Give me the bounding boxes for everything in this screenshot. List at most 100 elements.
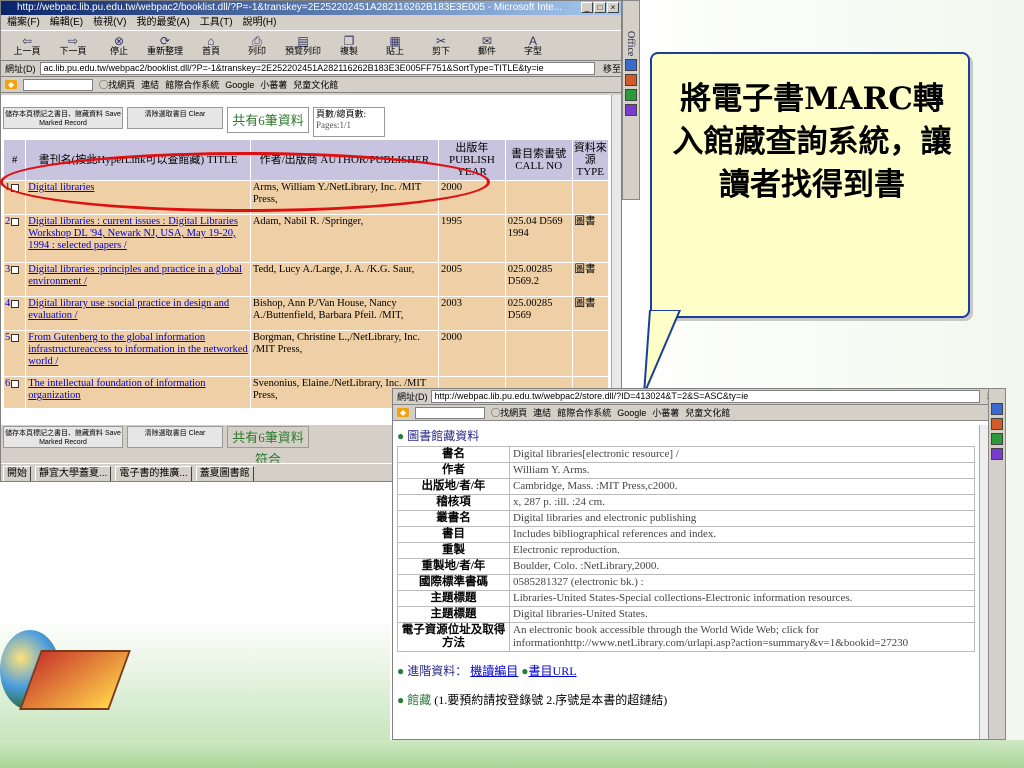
office-shortcut-bar-2	[988, 388, 1006, 740]
print-preview-button[interactable]: ▤ 預覽列印	[281, 33, 325, 56]
link-google[interactable]: Google	[225, 80, 254, 90]
row-type: 圖書	[571, 214, 610, 263]
home-button[interactable]: ⌂ 首頁	[189, 33, 233, 56]
title-link[interactable]: Digital library use :social practice in …	[28, 298, 229, 321]
advanced-data: ● 進階資料： 機讀編目 ●書目URL	[397, 664, 577, 678]
paste-button[interactable]: ▦ 貼上	[373, 35, 417, 56]
menu-tools[interactable]: 工具(T)	[200, 15, 233, 30]
title-link[interactable]: The intellectual foundation of informati…	[28, 378, 205, 401]
access-icon[interactable]	[625, 104, 637, 117]
save-marked-button[interactable]: 儲存本頁標記之書目、館藏資料 Save Marked Record	[3, 107, 123, 129]
refresh-button[interactable]: ⟳ 重新整理	[143, 33, 187, 56]
link-yam[interactable]: 小蕃薯	[652, 406, 679, 419]
row-callno: 025.00285 D569.2	[504, 262, 573, 297]
save-marked-button-bottom[interactable]: 儲存本頁標記之書目、館藏資料 Save Marked Record	[3, 426, 123, 448]
link-children[interactable]: 兒童文化館	[293, 78, 338, 91]
table-row: 4 Digital library use :social practice i…	[2, 296, 610, 331]
row-number: 3	[5, 264, 11, 275]
browser-window-record: 網址(D) http://webpac.lib.pu.edu.tw/webpac…	[392, 388, 1006, 740]
powerpoint-icon[interactable]	[625, 74, 637, 87]
menu-help[interactable]: 說明(H)	[243, 15, 277, 30]
stop-button[interactable]: ⊗ 停止	[97, 35, 141, 56]
link-find-web[interactable]: ◯找網頁	[491, 406, 527, 419]
preview-icon: ▤	[297, 33, 309, 48]
toolbar: ⇦ 上一頁 ⇨ 下一頁 ⊗ 停止 ⟳ 重新整理 ⌂ 首頁 ⎙ 列印 ▤ 預覽列印 ❐ 複製 ▦ 貼…	[1, 31, 621, 61]
powerpoint-icon[interactable]	[991, 418, 1003, 430]
forward-button[interactable]: ⇨ 下一頁	[51, 35, 95, 56]
font-button[interactable]: A 字型	[511, 35, 555, 56]
task-item[interactable]: 蓋夏圖書館	[195, 465, 254, 481]
title-link[interactable]: Digital libraries :principles and practi…	[28, 264, 242, 287]
field-label: 作者	[397, 462, 510, 479]
clear-button[interactable]: 清除選取書目 Clear	[127, 107, 223, 129]
row-author: Adam, Nabil R. /Springer,	[249, 214, 440, 263]
menu-favorites[interactable]: 我的最愛(A)	[136, 15, 189, 30]
link-ill[interactable]: 館際合作系統	[557, 406, 611, 419]
row-number: 4	[5, 298, 11, 309]
search-combo[interactable]	[415, 406, 486, 419]
start-button[interactable]: 開始	[3, 465, 31, 481]
row-checkbox[interactable]	[11, 299, 20, 308]
url-link[interactable]: 書目URL	[529, 664, 577, 678]
mail-button[interactable]: ✉ 郵件	[465, 33, 509, 56]
access-icon[interactable]	[991, 448, 1003, 460]
field-label: 書名	[397, 446, 510, 463]
link-ill[interactable]: 館際合作系統	[165, 78, 219, 91]
menu-file[interactable]: 檔案(F)	[7, 15, 40, 30]
field-label: 電子資源位址及取得方法	[397, 622, 510, 652]
row-checkbox[interactable]	[11, 333, 20, 342]
menu-view[interactable]: 檢視(V)	[93, 15, 126, 30]
field-value: Libraries-United States-Special collecti…	[509, 590, 975, 607]
menu-edit[interactable]: 編輯(E)	[50, 15, 83, 30]
refresh-icon: ⟳	[159, 33, 171, 48]
record-row: 重製地/者/年 Boulder, Colo. :NetLibrary,2000.	[397, 558, 975, 575]
pages-indicator: 頁數/總頁數: Pages:1/1	[313, 107, 385, 137]
search-combo[interactable]	[23, 78, 94, 91]
address-input[interactable]: ac.lib.pu.edu.tw/webpac2/booklist.dll/?P…	[39, 62, 595, 75]
print-button[interactable]: ⎙ 列印	[235, 35, 279, 56]
result-count-bottom: 共有6筆資料符合	[227, 426, 309, 467]
record-content: ● 圖書館藏資料 書名 Digital libraries[electronic …	[393, 425, 979, 739]
marc-link[interactable]: 機讀編目	[470, 664, 518, 678]
link-google[interactable]: Google	[617, 408, 646, 418]
back-button[interactable]: ⇦ 上一頁	[5, 35, 49, 56]
field-value: Digital libraries[electronic resource] /	[509, 446, 975, 463]
task-item[interactable]: 電子書的推廣...	[115, 465, 192, 481]
copy-button[interactable]: ❐ 複製	[327, 35, 371, 56]
table-row: 2 Digital libraries : current issues : D…	[2, 214, 610, 263]
close-icon[interactable]: ×	[607, 2, 619, 13]
record-row: 電子資源位址及取得方法 An electronic book accessible…	[397, 622, 975, 652]
row-type: 圖書	[571, 296, 610, 331]
link-yam[interactable]: 小蕃薯	[260, 78, 287, 91]
home-icon: ⌂	[207, 33, 215, 48]
link-children[interactable]: 兒童文化館	[685, 406, 730, 419]
link-find-web[interactable]: ◯找網頁	[99, 78, 135, 91]
clear-button-bottom[interactable]: 清除選取書目 Clear	[127, 426, 223, 448]
office-shortcut-bar: Office	[622, 0, 640, 200]
row-callno	[504, 180, 573, 215]
holdings-section: ● 館藏 (1.要預約請按登錄號 2.序號是本書的超鏈結)	[397, 693, 668, 707]
vertical-scrollbar[interactable]	[611, 95, 621, 425]
word-icon[interactable]	[625, 59, 637, 72]
title-link[interactable]: Digital libraries : current issues : Dig…	[28, 216, 238, 251]
excel-icon[interactable]	[991, 433, 1003, 445]
cut-button[interactable]: ✂ 剪下	[419, 35, 463, 56]
row-checkbox[interactable]	[11, 217, 20, 226]
callout-text: 將電子書MARC轉入館藏查詢系統，讓讀者找得到書	[672, 81, 952, 203]
row-checkbox[interactable]	[11, 265, 20, 274]
links-bar: ◆ ◯找網頁 連結 館際合作系統 Google 小蕃薯 兒童文化館	[1, 77, 621, 93]
address-input[interactable]: http://webpac.lib.pu.edu.tw/webpac2/stor…	[430, 390, 980, 403]
title-link[interactable]: From Gutenberg to the global information…	[28, 332, 248, 367]
row-callno: 025.04 D569 1994	[504, 214, 573, 263]
go-button[interactable]: 移至	[603, 62, 621, 75]
field-label: 重製	[397, 542, 510, 559]
task-item[interactable]: 靜宜大學蓋夏...	[35, 465, 112, 481]
mail-icon: ✉	[481, 33, 493, 48]
row-checkbox[interactable]	[11, 379, 20, 388]
excel-icon[interactable]	[625, 89, 637, 102]
minimize-icon[interactable]: _	[581, 2, 593, 13]
word-icon[interactable]	[991, 403, 1003, 415]
maximize-icon[interactable]: □	[594, 2, 606, 13]
table-row: 5 From Gutenberg to the global informati…	[2, 330, 610, 377]
record-row: 稽核項 x, 287 p. :ill. :24 cm.	[397, 494, 975, 511]
